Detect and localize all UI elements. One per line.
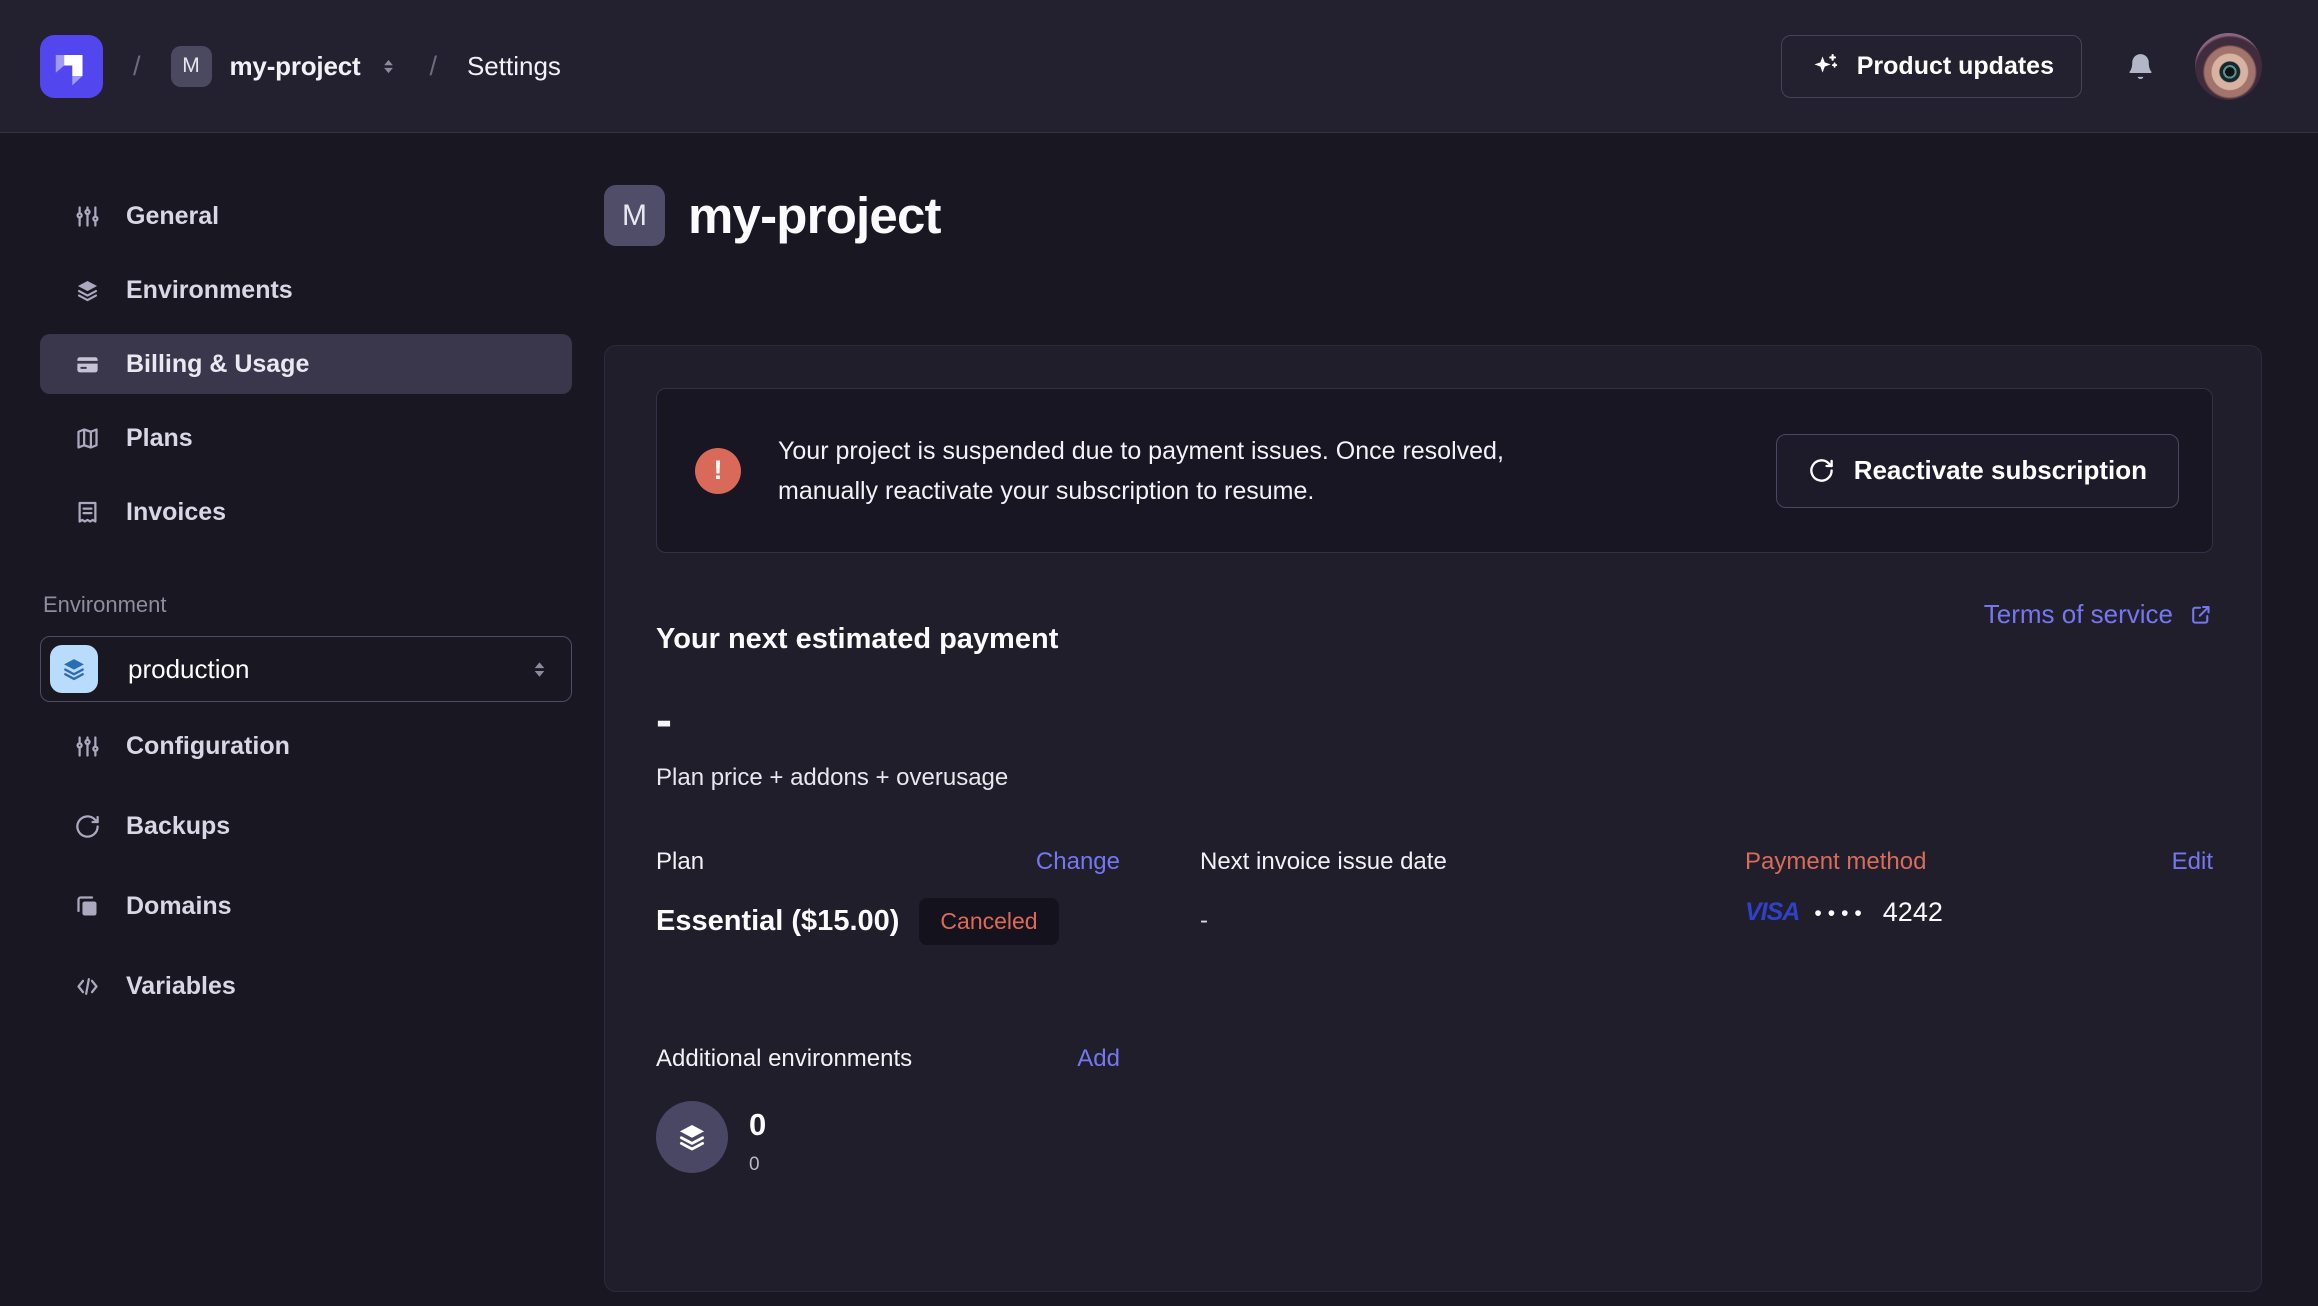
terms-of-service-link[interactable]: Terms of service [1984, 599, 2213, 630]
payment-method-column: Payment method Edit VISA •••• 4242 [1745, 848, 2213, 945]
card-last4: 4242 [1883, 897, 1943, 928]
project-switcher-icon [378, 56, 399, 77]
plan-column: Plan Change Essential ($15.00) Canceled [656, 848, 1120, 945]
sidebar-item-label: Invoices [126, 498, 226, 527]
chevron-up-down-icon [528, 658, 551, 681]
rotate-cw-icon [1808, 457, 1835, 484]
app-logo-icon [40, 35, 103, 98]
environment-layers-icon [50, 645, 98, 693]
visa-logo: VISA [1745, 898, 1799, 927]
additional-environments-section: Additional environments Add 0 [656, 1045, 1120, 1176]
environments-subcount: 0 [749, 1154, 766, 1176]
sidebar-item-invoices[interactable]: Invoices [40, 482, 572, 542]
sidebar-item-configuration[interactable]: Configuration [40, 716, 572, 776]
breadcrumb-project-name: my-project [230, 51, 361, 82]
billing-card: ! Your project is suspended due to payme… [604, 345, 2262, 1292]
code-icon [74, 973, 101, 1000]
payment-method-head: Payment method Edit [1745, 848, 2213, 876]
sidebar-item-billing-usage[interactable]: Billing & Usage [40, 334, 572, 394]
sidebar-item-label: Domains [126, 892, 232, 921]
sidebar-item-label: General [126, 202, 219, 231]
main-content: M my-project ! Your project is suspended… [604, 133, 2318, 1306]
reactivate-subscription-label: Reactivate subscription [1854, 455, 2147, 486]
sidebar-item-general[interactable]: General [40, 186, 572, 246]
environment-nav-group: Configuration Backups [40, 716, 572, 1016]
environment-section-label: Environment [43, 592, 572, 618]
masked-card-digits: •••• [1814, 899, 1867, 926]
user-avatar[interactable] [2195, 33, 2262, 100]
environment-selector[interactable]: production [40, 636, 572, 702]
layers-icon [74, 277, 101, 304]
sidebar-item-environments[interactable]: Environments [40, 260, 572, 320]
rotate-cw-icon [74, 813, 101, 840]
payment-method-value-row: VISA •••• 4242 [1745, 897, 2213, 928]
sidebar-item-label: Configuration [126, 732, 290, 761]
reactivate-subscription-button[interactable]: Reactivate subscription [1776, 434, 2179, 508]
additional-environments-head: Additional environments Add [656, 1045, 1120, 1073]
sidebar-item-label: Variables [126, 972, 236, 1001]
credit-card-icon [74, 351, 101, 378]
plan-label: Plan [656, 848, 704, 876]
next-payment-heading: Your next estimated payment [656, 599, 2213, 656]
sidebar-item-domains[interactable]: Domains [40, 876, 572, 936]
receipt-icon [74, 499, 101, 526]
sliders-icon [74, 733, 101, 760]
payment-method-label: Payment method [1745, 848, 1926, 876]
page-title: my-project [688, 186, 941, 245]
additional-environments-label: Additional environments [656, 1045, 912, 1073]
additional-environments-row: 0 0 [656, 1101, 1120, 1176]
product-updates-button[interactable]: Product updates [1781, 35, 2082, 98]
sidebar-item-label: Backups [126, 812, 230, 841]
settings-sidebar: General Environments [0, 133, 604, 1306]
app-logo[interactable] [40, 35, 103, 98]
next-payment-value: - [656, 706, 2213, 736]
plan-column-head: Plan Change [656, 848, 1120, 876]
project-initial-badge: M [171, 46, 212, 87]
sparkles-icon [1809, 51, 1840, 82]
environments-count-icon [656, 1101, 728, 1173]
add-environment-link[interactable]: Add [1077, 1045, 1120, 1073]
next-payment-section-head: Terms of service Your next estimated pay… [656, 599, 2213, 656]
top-header: / M my-project / Settings Product update… [0, 0, 2318, 133]
breadcrumb-separator: / [429, 51, 437, 82]
environments-count: 0 [749, 1107, 766, 1143]
environment-selector-value: production [128, 654, 528, 685]
breadcrumb-settings: Settings [467, 51, 561, 82]
app-root: / M my-project / Settings Product update… [0, 0, 2318, 1306]
billing-details-row: Plan Change Essential ($15.00) Canceled … [656, 848, 2213, 945]
product-updates-label: Product updates [1857, 52, 2054, 81]
project-initial-badge-large: M [604, 185, 665, 246]
canceled-badge: Canceled [919, 898, 1058, 945]
sidebar-item-variables[interactable]: Variables [40, 956, 572, 1016]
breadcrumb-separator: / [133, 51, 141, 82]
breadcrumb-project[interactable]: M my-project [171, 46, 400, 87]
map-icon [74, 425, 101, 452]
sidebar-item-label: Environments [126, 276, 293, 305]
next-invoice-value: - [1200, 907, 1530, 935]
terms-of-service-label: Terms of service [1984, 599, 2173, 630]
page-body: General Environments [0, 133, 2318, 1306]
sidebar-item-backups[interactable]: Backups [40, 796, 572, 856]
next-invoice-label: Next invoice issue date [1200, 848, 1447, 875]
plan-value-row: Essential ($15.00) Canceled [656, 898, 1120, 945]
notifications-button[interactable] [2124, 50, 2157, 83]
change-plan-link[interactable]: Change [1036, 848, 1120, 876]
project-title-row: M my-project [604, 185, 2262, 246]
external-link-icon [2188, 602, 2213, 627]
sliders-icon [74, 203, 101, 230]
edit-payment-method-link[interactable]: Edit [2172, 848, 2213, 876]
next-invoice-column: Next invoice issue date - [1200, 848, 1530, 945]
stacked-windows-icon [74, 893, 101, 920]
sidebar-item-plans[interactable]: Plans [40, 408, 572, 468]
suspension-alert-banner: ! Your project is suspended due to payme… [656, 388, 2213, 553]
sidebar-item-label: Billing & Usage [126, 350, 309, 379]
bell-icon [2124, 50, 2157, 83]
environments-counts: 0 0 [749, 1101, 766, 1176]
alert-message: Your project is suspended due to payment… [778, 431, 1588, 511]
layers-icon [675, 1120, 709, 1154]
next-payment-subtitle: Plan price + addons + overusage [656, 764, 2213, 792]
plan-value: Essential ($15.00) [656, 905, 899, 938]
alert-icon: ! [695, 448, 741, 494]
sidebar-item-label: Plans [126, 424, 193, 453]
